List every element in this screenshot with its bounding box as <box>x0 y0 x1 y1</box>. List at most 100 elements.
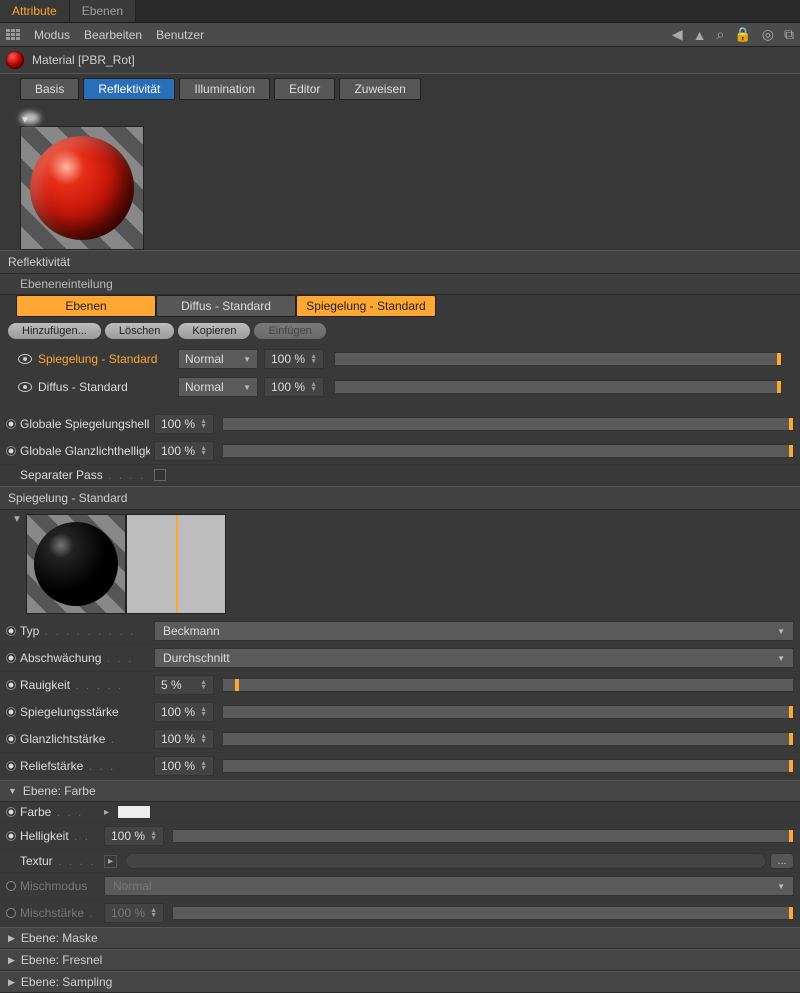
layer-row[interactable]: Diffus - Standard Normal▼ 100 %▲▼ <box>0 373 800 401</box>
roughness-slider[interactable] <box>222 678 794 692</box>
menu-grid-icon[interactable] <box>6 29 20 41</box>
layer-opacity-field[interactable]: 100 %▲▼ <box>264 377 324 397</box>
blend-mode-select[interactable]: Normal▼ <box>178 349 258 369</box>
tab-editor[interactable]: Editor <box>274 78 335 100</box>
global-specular-brightness-field[interactable]: 100 %▲▼ <box>154 441 214 461</box>
menu-edit[interactable]: Bearbeiten <box>84 28 142 42</box>
visibility-icon[interactable] <box>18 354 32 364</box>
tab-zuweisen[interactable]: Zuweisen <box>339 78 420 100</box>
reflection-strength-label: Spiegelungsstärke <box>20 705 150 719</box>
specular-strength-slider[interactable] <box>222 732 794 746</box>
copy-button[interactable]: Kopieren <box>178 323 250 339</box>
global-reflection-brightness-row: Globale Spiegelungshelligkeit 100 %▲▼ <box>0 411 800 438</box>
tab-basis[interactable]: Basis <box>20 78 79 100</box>
separate-pass-checkbox[interactable] <box>154 469 166 481</box>
material-preview[interactable] <box>20 126 144 250</box>
lock-icon[interactable]: 🔒 <box>734 26 751 43</box>
layer-name-label[interactable]: Diffus - Standard <box>38 380 172 394</box>
layer-sphere-preview[interactable] <box>26 514 126 614</box>
tab-reflektivitaet[interactable]: Reflektivität <box>83 78 175 100</box>
global-reflection-brightness-slider[interactable] <box>222 417 794 431</box>
disclosure-closed-icon: ▶ <box>8 933 15 944</box>
layer-opacity-slider[interactable] <box>334 352 782 366</box>
layer-opacity-field[interactable]: 100 %▲▼ <box>264 349 324 369</box>
tab-illumination[interactable]: Illumination <box>179 78 270 100</box>
global-reflection-brightness-field[interactable]: 100 %▲▼ <box>154 414 214 434</box>
layer-color-header[interactable]: ▼ Ebene: Farbe <box>0 780 800 802</box>
texture-expand-icon[interactable]: ▸ <box>104 855 117 868</box>
global-specular-brightness-slider[interactable] <box>222 444 794 458</box>
specular-strength-field[interactable]: 100 %▲▼ <box>154 729 214 749</box>
anim-radio-icon[interactable] <box>6 761 16 771</box>
layer-subtabs: Ebenen Diffus - Standard Spiegelung - St… <box>0 295 800 317</box>
tab-attribute[interactable]: Attribute <box>0 0 70 22</box>
menu-mode[interactable]: Modus <box>34 28 70 42</box>
mixmode-select: Normal▼ <box>104 876 794 896</box>
color-swatch[interactable] <box>117 805 151 819</box>
texture-field[interactable] <box>125 853 766 869</box>
blend-mode-select[interactable]: Normal▼ <box>178 377 258 397</box>
attenuation-row: Abschwächung . . . Durchschnitt▼ <box>0 645 800 672</box>
anim-radio-icon[interactable] <box>6 446 16 456</box>
global-reflection-brightness-label: Globale Spiegelungshelligkeit <box>20 417 150 431</box>
new-window-icon[interactable]: ⧉ <box>784 26 794 43</box>
disclosure-closed-icon: ▶ <box>8 955 15 966</box>
tab-layers[interactable]: Ebenen <box>70 0 136 22</box>
anim-radio-icon[interactable] <box>6 831 16 841</box>
subtab-diffus[interactable]: Diffus - Standard <box>156 295 296 317</box>
material-swatch-icon <box>6 51 24 69</box>
layer-preview-row: ▼ <box>0 510 800 618</box>
add-button[interactable]: Hinzufügen... <box>8 323 101 339</box>
subtab-ebenen[interactable]: Ebenen <box>16 295 156 317</box>
type-label: Typ . . . . . . . . . <box>20 624 150 638</box>
separate-pass-row: Separater Pass . . . . . . . <box>0 465 800 486</box>
bump-strength-row: Reliefstärke . . . 100 %▲▼ <box>0 753 800 780</box>
anim-radio-icon[interactable] <box>6 734 16 744</box>
layer-opacity-slider[interactable] <box>334 380 782 394</box>
reflection-strength-slider[interactable] <box>222 705 794 719</box>
roughness-row: Rauigkeit . . . . . 5 %▲▼ <box>0 672 800 699</box>
anim-radio-icon[interactable] <box>6 680 16 690</box>
anim-radio-icon[interactable] <box>6 626 16 636</box>
layer-row[interactable]: Spiegelung - Standard Normal▼ 100 %▲▼ <box>0 345 800 373</box>
disclosure-closed-icon: ▶ <box>8 977 15 988</box>
anim-radio-icon[interactable] <box>6 419 16 429</box>
ebeneneinteilung-label: Ebeneneinteilung <box>0 274 800 295</box>
subtab-spiegelung[interactable]: Spiegelung - Standard <box>296 295 436 317</box>
anim-radio-icon[interactable] <box>6 807 16 817</box>
delete-button[interactable]: Löschen <box>105 323 175 339</box>
search-icon[interactable]: ⌕ <box>717 26 725 43</box>
texture-label: Textur . . . . <box>20 854 100 868</box>
layer-graph-preview[interactable] <box>126 514 226 614</box>
brightness-slider[interactable] <box>172 829 794 843</box>
visibility-icon[interactable] <box>18 382 32 392</box>
texture-row: Textur . . . . ▸ ... <box>0 850 800 873</box>
target-icon[interactable]: ◎ <box>762 26 774 43</box>
color-expand-icon[interactable]: ▸ <box>104 807 109 818</box>
collapse-arrow-icon[interactable]: ▼ <box>12 514 22 525</box>
attenuation-label: Abschwächung . . . <box>20 651 150 665</box>
reflection-strength-field[interactable]: 100 %▲▼ <box>154 702 214 722</box>
attenuation-select[interactable]: Durchschnitt▼ <box>154 648 794 668</box>
type-row: Typ . . . . . . . . . Beckmann▼ <box>0 618 800 645</box>
layer-sampling-header[interactable]: ▶ Ebene: Sampling <box>0 971 800 993</box>
brightness-field[interactable]: 100 %▲▼ <box>104 826 164 846</box>
back-arrow-icon[interactable]: ◀ <box>672 26 683 43</box>
layer-name-label[interactable]: Spiegelung - Standard <box>38 352 172 366</box>
menu-user[interactable]: Benutzer <box>156 28 204 42</box>
layer-fresnel-header[interactable]: ▶ Ebene: Fresnel <box>0 949 800 971</box>
disclosure-open-icon: ▼ <box>8 786 17 796</box>
bump-strength-slider[interactable] <box>222 759 794 773</box>
separate-pass-label: Separater Pass . . . . . . . <box>20 468 150 482</box>
mixstrength-label: Mischstärke . <box>20 906 100 920</box>
roughness-field[interactable]: 5 %▲▼ <box>154 675 214 695</box>
texture-browse-button[interactable]: ... <box>770 853 794 869</box>
bump-strength-field[interactable]: 100 %▲▼ <box>154 756 214 776</box>
anim-radio-icon[interactable] <box>6 707 16 717</box>
anim-radio-icon[interactable] <box>6 653 16 663</box>
nav-arrow-icon[interactable]: ▲ <box>693 27 707 43</box>
channel-tabs: Basis Reflektivität Illumination Editor … <box>0 74 800 104</box>
layer-mask-header[interactable]: ▶ Ebene: Maske <box>0 927 800 949</box>
section-reflektivitaet-header: Reflektivität <box>0 250 800 274</box>
type-select[interactable]: Beckmann▼ <box>154 621 794 641</box>
